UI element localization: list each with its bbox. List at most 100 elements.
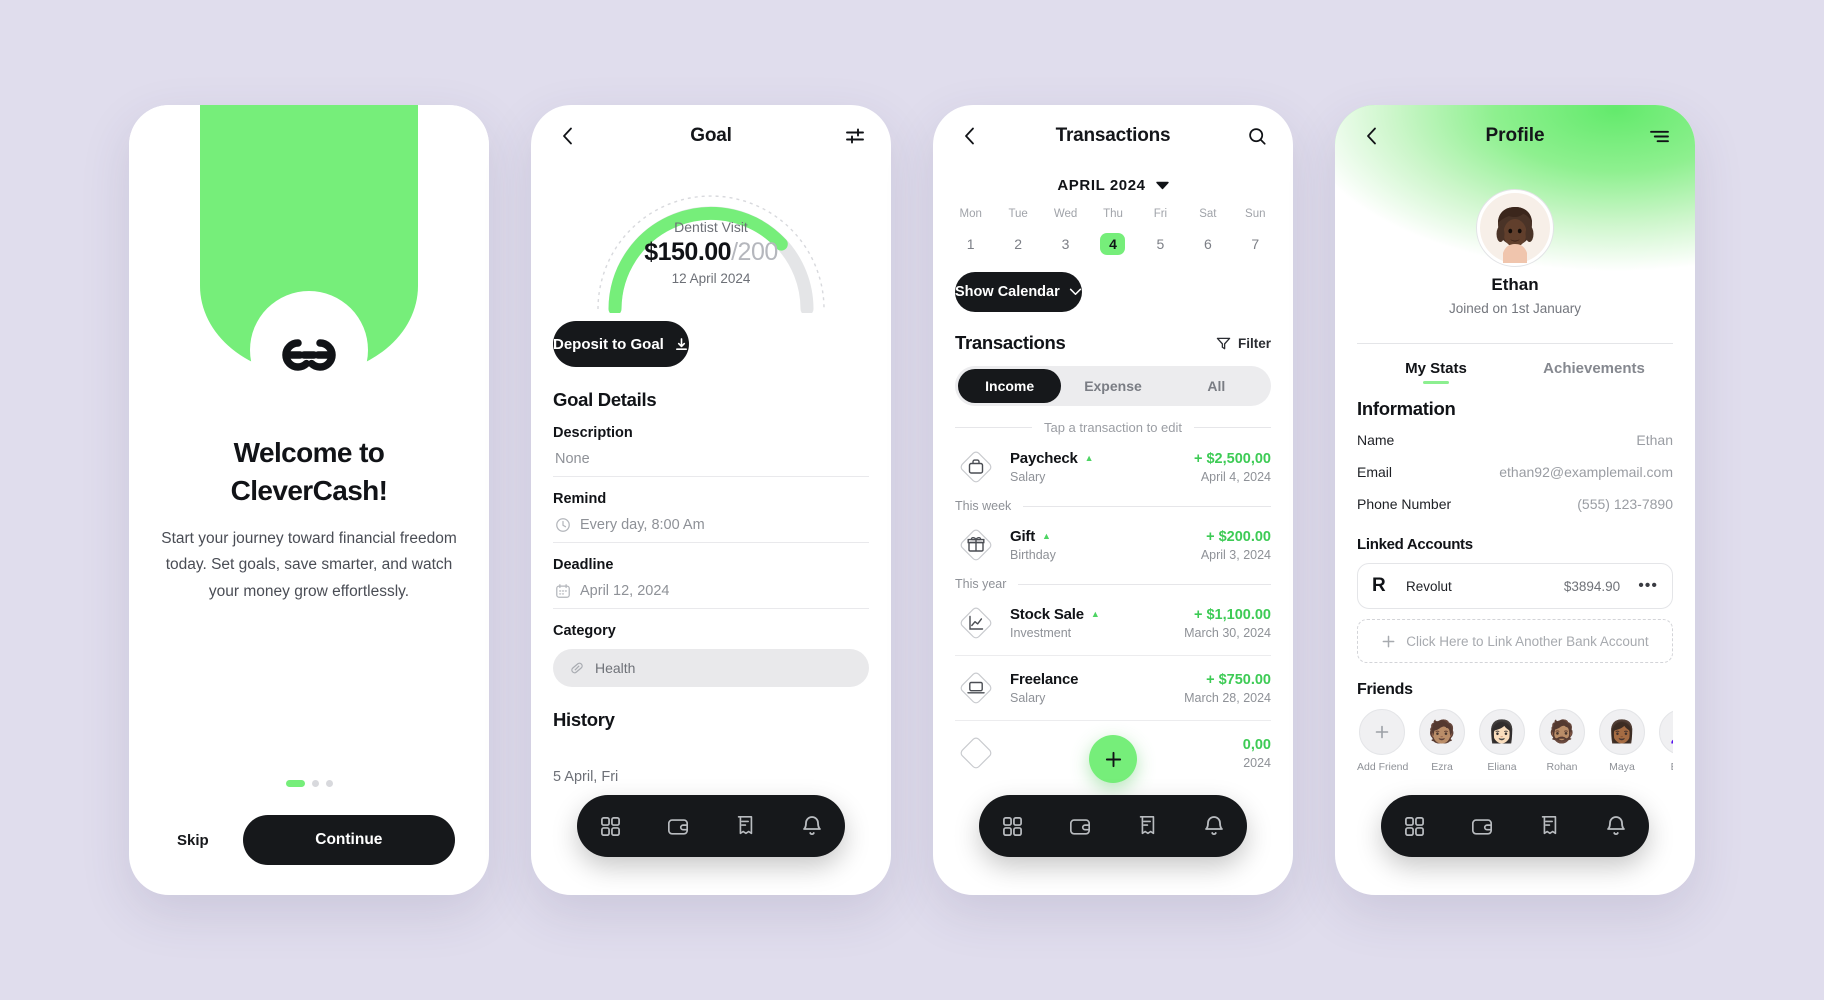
transaction-row[interactable]: Paycheck ▲ Salary + $2,500,00 April 4, 2… [955, 435, 1271, 499]
friend-item[interactable]: 🧑🏽 Ezra [1417, 709, 1467, 773]
skip-button[interactable]: Skip [163, 822, 223, 859]
dot-1[interactable] [285, 780, 305, 787]
add-transaction-fab[interactable] [1089, 735, 1137, 783]
transaction-name-row: Paycheck ▲ [1010, 450, 1181, 467]
transactions-section-header: Transactions Filter [955, 332, 1271, 354]
transaction-info: Gift ▲ Birthday [1010, 528, 1188, 562]
day-cell[interactable]: 6 [1184, 229, 1231, 259]
friend-name: Rohan [1546, 761, 1578, 773]
trend-up-icon: ▲ [1084, 453, 1094, 463]
friend-item[interactable]: 🧔🏽 Rohan [1537, 709, 1587, 773]
receipt-icon[interactable] [1532, 809, 1566, 843]
chevron-left-icon[interactable] [1357, 122, 1385, 150]
transaction-meta: + $2,500,00 April 4, 2024 [1194, 451, 1271, 484]
friend-item[interactable]: 👩🏾 Maya [1597, 709, 1647, 773]
wallet-icon[interactable] [1465, 809, 1499, 843]
grid-icon[interactable] [1398, 809, 1432, 843]
friend-name: Eliana [1487, 761, 1517, 773]
field-value: Every day, 8:00 Am [580, 517, 705, 533]
chevron-left-icon[interactable] [553, 122, 581, 150]
field-label: Category [553, 623, 616, 639]
transaction-amount: + $750.00 [1206, 671, 1271, 688]
transaction-meta: 0,00 2024 [1243, 737, 1271, 770]
chevron-left-icon[interactable] [955, 122, 983, 150]
receipt-icon[interactable] [1130, 809, 1164, 843]
profile-topbar: Profile [1335, 105, 1695, 167]
linked-account-row[interactable]: R Revolut $3894.90 ••• [1357, 563, 1673, 609]
bottom-nav [1381, 795, 1649, 857]
weekday-header: Mon [959, 208, 982, 220]
avatar[interactable] [1476, 189, 1554, 267]
show-calendar-button[interactable]: Show Calendar [955, 272, 1082, 312]
transaction-category: Birthday [1010, 548, 1056, 562]
transaction-type-segmented: Income Expense All [955, 366, 1271, 406]
day-cell[interactable]: 7 [1232, 229, 1279, 259]
day-cell[interactable]: 3 [1042, 229, 1089, 259]
segment-income[interactable]: Income [958, 369, 1062, 403]
plus-icon [1104, 750, 1123, 769]
transaction-row[interactable]: Gift ▲ Birthday + $200.00 April 3, 2024 [955, 513, 1271, 577]
field-value-row[interactable]: Every day, 8:00 Am [553, 507, 869, 543]
hamburger-icon[interactable] [1645, 122, 1673, 150]
add-friend-button[interactable]: Add Friend [1357, 709, 1408, 773]
field-label: Description [553, 425, 633, 441]
filter-button[interactable]: Filter [1216, 336, 1271, 351]
linked-accounts-heading: Linked Accounts [1357, 536, 1473, 553]
month-selector[interactable]: APRIL 2024 [933, 177, 1293, 194]
profile-tabs: My Stats Achievements [1357, 344, 1673, 386]
chevron-down-icon [1069, 288, 1082, 296]
bell-icon[interactable] [795, 809, 829, 843]
transaction-date: March 28, 2024 [1184, 690, 1271, 705]
deposit-to-goal-button[interactable]: Deposit to Goal [553, 321, 689, 367]
grid-icon[interactable] [594, 809, 628, 843]
wallet-icon[interactable] [1063, 809, 1097, 843]
transaction-name: Paycheck [1010, 450, 1078, 467]
friends-heading: Friends [1357, 681, 1413, 698]
field-remind: Remind Every day, 8:00 Am [553, 491, 869, 543]
weekday-header: Tue [1008, 208, 1028, 220]
day-cell[interactable]: 5 [1137, 229, 1184, 259]
friend-item[interactable]: 👱🏼‍♀️ Eliza [1657, 709, 1673, 773]
segment-all[interactable]: All [1165, 369, 1268, 403]
dot-3[interactable] [325, 780, 333, 787]
field-value-row[interactable]: None [553, 441, 869, 477]
transaction-info: Paycheck ▲ Salary [1010, 450, 1181, 484]
segment-expense[interactable]: Expense [1061, 369, 1164, 403]
history-first-entry-wrap: 5 April, Fri [553, 769, 869, 785]
field-value-row[interactable]: April 12, 2024 [553, 573, 869, 609]
friend-name: Maya [1609, 761, 1635, 773]
dot-2[interactable] [311, 780, 319, 787]
info-value: (555) 123-7890 [1577, 496, 1673, 512]
ellipsis-icon[interactable]: ••• [1638, 577, 1658, 595]
page-title: Goal [690, 125, 732, 146]
search-icon[interactable] [1243, 122, 1271, 150]
onboarding-hero [129, 105, 489, 410]
wallet-icon[interactable] [661, 809, 695, 843]
day-cell[interactable]: 2 [994, 229, 1041, 259]
receipt-icon[interactable] [728, 809, 762, 843]
bell-icon[interactable] [1197, 809, 1231, 843]
tab-achievements[interactable]: Achievements [1515, 344, 1673, 386]
transaction-date: April 3, 2024 [1200, 547, 1271, 562]
friend-avatar: 🧔🏽 [1539, 709, 1585, 755]
link-bank-account-button[interactable]: Click Here to Link Another Bank Account [1357, 619, 1673, 663]
tab-my-stats[interactable]: My Stats [1357, 344, 1515, 386]
month-label: APRIL 2024 [1057, 177, 1146, 194]
day-cell[interactable]: 1 [947, 229, 994, 259]
transaction-row[interactable]: Freelance Salary + $750.00 March 28, 202… [955, 656, 1271, 720]
continue-button[interactable]: Continue [242, 815, 455, 865]
transaction-row[interactable]: Stock Sale ▲ Investment + $1,100.00 Marc… [955, 591, 1271, 655]
transaction-name-row: Stock Sale ▲ [1010, 606, 1171, 623]
revolut-logo-icon: R [1372, 575, 1386, 596]
bell-icon[interactable] [1599, 809, 1633, 843]
phone-onboarding: Welcome to CleverCash! Start your journe… [129, 105, 489, 895]
trend-up-icon: ▲ [1090, 609, 1100, 619]
category-chip[interactable]: Health [553, 649, 869, 687]
sliders-icon[interactable] [841, 122, 869, 150]
friend-item[interactable]: 👩🏻 Eliana [1477, 709, 1527, 773]
grid-icon[interactable] [996, 809, 1030, 843]
field-deadline: Deadline April 12, 2024 [553, 557, 869, 609]
mockup-stage: Welcome to CleverCash! Start your journe… [0, 0, 1824, 1000]
day-cell-selected[interactable]: 4 [1089, 229, 1136, 259]
goal-date: 12 April 2024 [671, 271, 751, 286]
